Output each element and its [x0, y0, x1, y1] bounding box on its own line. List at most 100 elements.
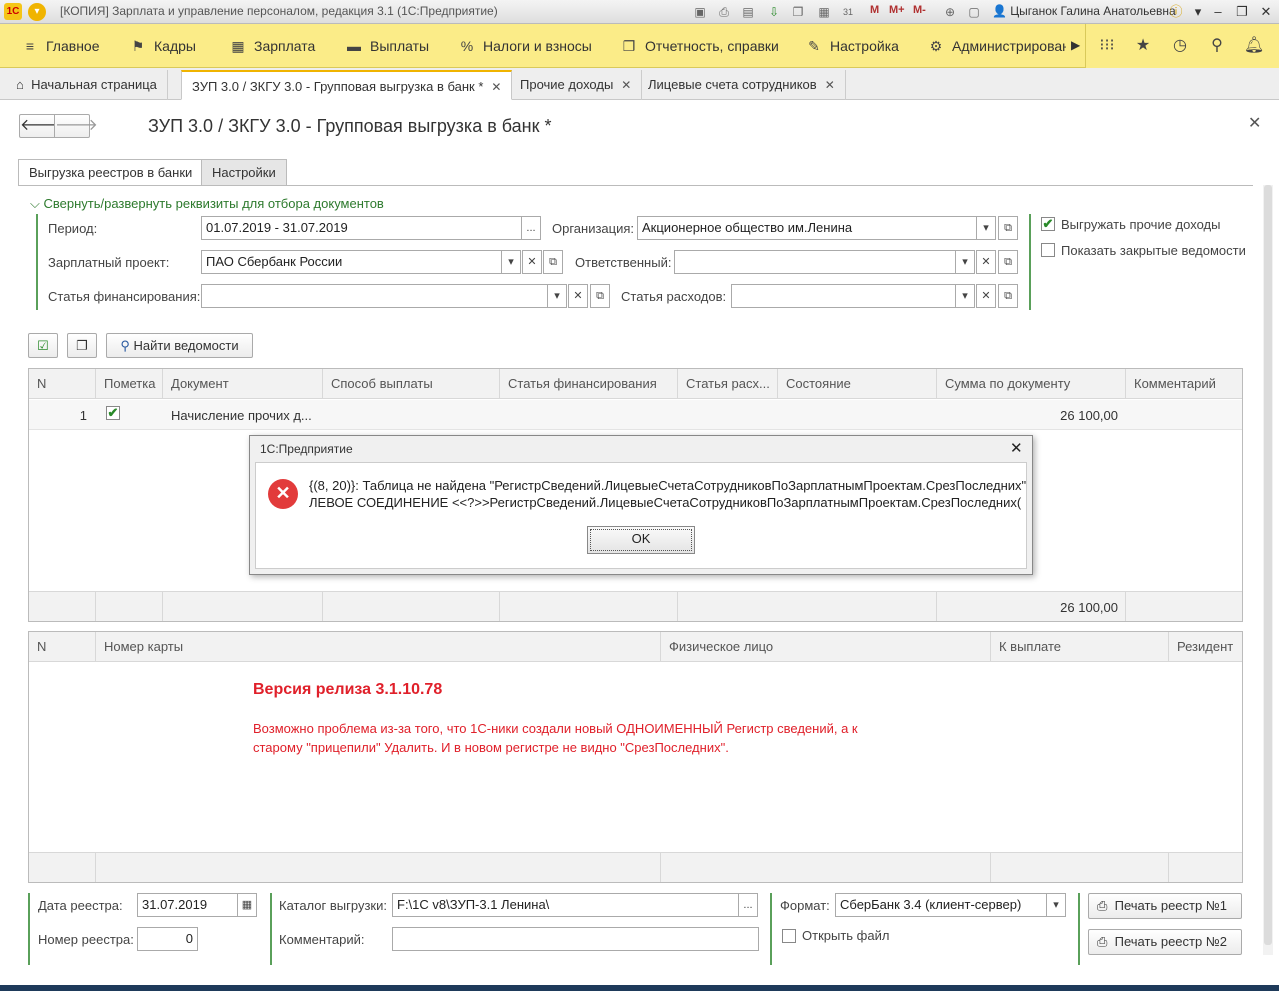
expense-field[interactable]	[731, 284, 956, 308]
find-statements-button[interactable]: ⚲ Найти ведомости	[106, 333, 253, 358]
col-card-number[interactable]: Номер карты	[96, 632, 661, 662]
col-payment-method[interactable]: Способ выплаты	[323, 369, 500, 399]
tab-other-income[interactable]: Прочие доходы ✕	[510, 70, 643, 100]
memory-mplus-button[interactable]: M+	[889, 4, 905, 16]
memory-m-button[interactable]: M	[870, 4, 879, 16]
register-date-field[interactable]: 31.07.2019	[137, 893, 238, 917]
calendar-icon[interactable]: ▦	[237, 893, 257, 917]
organization-open-icon[interactable]: ⧉	[998, 216, 1018, 240]
info-icon[interactable]: ⓘ	[1166, 2, 1186, 22]
print-register-1-button[interactable]: ⎙ Печать реестр №1	[1088, 893, 1242, 919]
calendar-icon[interactable]: 31	[840, 4, 856, 20]
period-field[interactable]: 01.07.2019 - 31.07.2019	[201, 216, 522, 240]
menu-salary[interactable]: ▦ Зарплата	[228, 24, 315, 68]
responsible-open-icon[interactable]: ⧉	[998, 250, 1018, 274]
check-all-icon[interactable]: ☑	[28, 333, 58, 358]
row-document[interactable]: Начисление прочих д...	[171, 408, 319, 423]
col-resident[interactable]: Резидент	[1169, 632, 1242, 662]
close-icon[interactable]: ✕	[825, 78, 835, 92]
favorites-star-icon[interactable]: ★	[1132, 36, 1154, 56]
minimize-window-button[interactable]: –	[1208, 2, 1228, 22]
forward-button[interactable]: 🡒	[54, 114, 98, 138]
collapse-filters-toggle[interactable]: ⌵ Свернуть/развернуть реквизиты для отбо…	[30, 196, 384, 212]
close-window-button[interactable]: ✕	[1256, 2, 1276, 22]
dialog-close-icon[interactable]: ✕	[1010, 439, 1023, 457]
history-icon[interactable]: ◷	[1169, 36, 1191, 56]
menu-payments[interactable]: ▬ Выплаты	[344, 24, 429, 68]
col-comment[interactable]: Комментарий	[1126, 369, 1242, 399]
zoom-icon[interactable]: ⊕	[942, 4, 958, 20]
col-document[interactable]: Документ	[163, 369, 323, 399]
tab-settings[interactable]: Настройки	[201, 159, 287, 186]
col-n[interactable]: N	[29, 369, 96, 399]
scrollbar-thumb[interactable]	[1264, 185, 1272, 945]
save-icon[interactable]: ▣	[692, 4, 708, 20]
closed-statements-checkbox[interactable]	[1041, 243, 1055, 257]
form-close-icon[interactable]: ✕	[1248, 113, 1261, 133]
tab-export-registers[interactable]: Выгрузка реестров в банки	[18, 159, 204, 186]
salary-project-clear-icon[interactable]: ✕	[522, 250, 542, 274]
back-button[interactable]: 🡐	[19, 114, 63, 138]
tab-group-export[interactable]: ЗУП 3.0 / ЗКГУ 3.0 - Групповая выгрузка …	[181, 70, 513, 100]
menu-settings[interactable]: ✎ Настройка	[804, 24, 899, 68]
uncheck-all-icon[interactable]: ❐	[67, 333, 97, 358]
responsible-field[interactable]	[674, 250, 956, 274]
register-number-field[interactable]: 0	[137, 927, 198, 951]
col-mark[interactable]: Пометка	[96, 369, 163, 399]
salary-project-open-icon[interactable]: ⧉	[543, 250, 563, 274]
menu-main[interactable]: ≡ Главное	[20, 24, 100, 68]
expense-clear-icon[interactable]: ✕	[976, 284, 996, 308]
search-icon[interactable]: ⚲	[1206, 36, 1228, 56]
expense-dropdown-icon[interactable]: ▾	[955, 284, 975, 308]
close-icon[interactable]: ✕	[491, 80, 501, 94]
print-icon[interactable]: ⎙	[716, 4, 732, 20]
memory-mminus-button[interactable]: M-	[913, 4, 926, 16]
open-file-label[interactable]: Открыть файл	[802, 928, 889, 943]
expense-open-icon[interactable]: ⧉	[998, 284, 1018, 308]
salary-project-field[interactable]: ПАО Сбербанк России	[201, 250, 502, 274]
tab-home[interactable]: ⌂ Начальная страница	[6, 70, 168, 100]
format-dropdown-icon[interactable]: ▾	[1046, 893, 1066, 917]
open-file-checkbox[interactable]	[782, 929, 796, 943]
col-financing[interactable]: Статья финансирования	[500, 369, 678, 399]
other-income-checkbox[interactable]: ✔	[1041, 217, 1055, 231]
col-to-pay[interactable]: К выплате	[991, 632, 1169, 662]
tab-employee-accounts[interactable]: Лицевые счета сотрудников ✕	[638, 70, 846, 100]
ok-button[interactable]: OK	[587, 526, 695, 554]
col-sum[interactable]: Сумма по документу	[937, 369, 1126, 399]
menu-admin[interactable]: ⚙ Администрирован	[926, 24, 1066, 68]
closed-statements-label[interactable]: Показать закрытые ведомости	[1061, 243, 1246, 258]
table-row[interactable]: 1 ✔ Начисление прочих д... 26 100,00	[29, 400, 1242, 430]
menu-taxes[interactable]: % Налоги и взносы	[457, 24, 592, 68]
financing-field[interactable]	[201, 284, 548, 308]
vertical-scrollbar[interactable]	[1263, 185, 1273, 955]
close-icon[interactable]: ✕	[621, 78, 631, 92]
col-n[interactable]: N	[29, 632, 96, 662]
copy-icon[interactable]: ❐	[790, 4, 806, 20]
notification-bell-icon[interactable]: 🔔︎	[1243, 36, 1265, 56]
export-catalog-browse-button[interactable]: ...	[738, 893, 758, 917]
menu-reports[interactable]: ❐ Отчетность, справки	[619, 24, 779, 68]
apps-grid-icon[interactable]: ⁝⁝⁝	[1096, 36, 1118, 56]
salary-project-dropdown-icon[interactable]: ▾	[501, 250, 521, 274]
financing-open-icon[interactable]: ⧉	[590, 284, 610, 308]
row-mark-checkbox[interactable]: ✔	[106, 406, 120, 420]
col-person[interactable]: Физическое лицо	[661, 632, 991, 662]
restore-window-button[interactable]: ❐	[1232, 2, 1252, 22]
col-expense[interactable]: Статья расх...	[678, 369, 778, 399]
other-income-label[interactable]: Выгружать прочие доходы	[1061, 217, 1220, 232]
calculator-icon[interactable]: ▦	[816, 4, 832, 20]
responsible-clear-icon[interactable]: ✕	[976, 250, 996, 274]
col-state[interactable]: Состояние	[778, 369, 937, 399]
responsible-dropdown-icon[interactable]: ▾	[955, 250, 975, 274]
fullscreen-icon[interactable]: ▢	[966, 4, 982, 20]
minimize-button[interactable]: ▾	[1188, 2, 1208, 22]
period-select-button[interactable]: ...	[521, 216, 541, 240]
app-menu-button[interactable]: ▾	[28, 3, 46, 21]
format-field[interactable]: СберБанк 3.4 (клиент-сервер)	[835, 893, 1047, 917]
current-user[interactable]: 👤 Цыганок Галина Анатольевна	[992, 4, 1176, 18]
organization-dropdown-icon[interactable]: ▾	[976, 216, 996, 240]
menu-more-arrow-icon[interactable]: ▶	[1071, 38, 1080, 52]
preview-icon[interactable]: ▤	[740, 4, 756, 20]
comment-field[interactable]	[392, 927, 759, 951]
